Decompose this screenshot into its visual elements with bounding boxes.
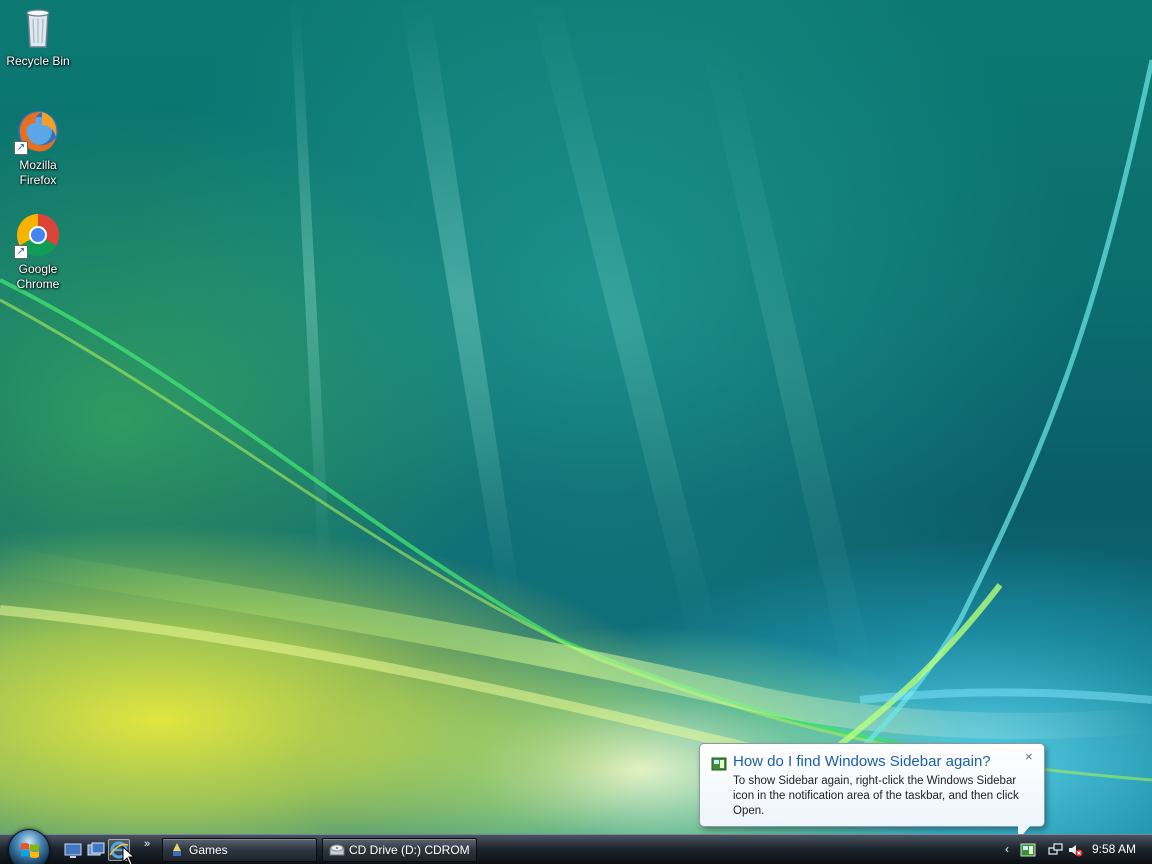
tray-expand-button[interactable]: ‹ [1005, 842, 1009, 856]
recycle-bin-icon [14, 3, 62, 51]
taskbar-button-label: Games [189, 843, 228, 857]
taskbar-button-cd-drive[interactable]: CD Drive (D:) CDROM [322, 838, 477, 862]
firefox-icon: ↗ [14, 107, 62, 155]
taskbar: » Games CD Drive (D:) CDROM ‹ 9:58 AM [0, 829, 1152, 864]
start-button[interactable] [8, 829, 50, 864]
taskbar-clock[interactable]: 9:58 AM [1092, 842, 1136, 856]
shortcut-arrow-icon: ↗ [14, 141, 28, 155]
shortcut-arrow-icon: ↗ [14, 245, 28, 259]
cd-drive-icon [329, 844, 345, 856]
desktop-icon-label: Recycle Bin [6, 54, 70, 68]
mouse-cursor-icon [122, 846, 136, 864]
quicklaunch-more-button[interactable]: » [144, 838, 150, 850]
network-icon[interactable] [1048, 842, 1064, 858]
balloon-text: To show Sidebar again, right-click the W… [733, 775, 1019, 817]
wallpaper-streaks [0, 0, 1152, 782]
windows-sidebar-icon [711, 757, 727, 771]
windows-logo-icon [21, 843, 39, 858]
volume-muted-icon[interactable] [1067, 842, 1083, 858]
show-desktop-icon[interactable] [64, 841, 82, 859]
games-folder-icon [173, 843, 181, 856]
desktop-icon-firefox[interactable]: ↗ Mozilla Firefox [0, 107, 76, 188]
desktop-icon-label: Google Chrome [16, 262, 60, 291]
taskbar-button-label: CD Drive (D:) CDROM [349, 843, 470, 857]
chrome-icon: ↗ [14, 211, 62, 259]
desktop-icon-label: Mozilla Firefox [19, 158, 57, 187]
desktop-wallpaper[interactable] [0, 0, 1152, 834]
desktop-icon-recycle-bin[interactable]: Recycle Bin [0, 3, 76, 69]
desktop-icon-chrome[interactable]: ↗ Google Chrome [0, 211, 76, 292]
windows-sidebar-icon[interactable] [1020, 842, 1036, 858]
balloon-title: How do I find Windows Sidebar again? [733, 753, 991, 770]
taskbar-button-games[interactable]: Games [162, 838, 317, 862]
sidebar-notification-balloon[interactable]: How do I find Windows Sidebar again? To … [699, 743, 1045, 843]
switch-windows-icon[interactable] [87, 841, 105, 859]
close-icon[interactable]: × [1025, 749, 1033, 764]
